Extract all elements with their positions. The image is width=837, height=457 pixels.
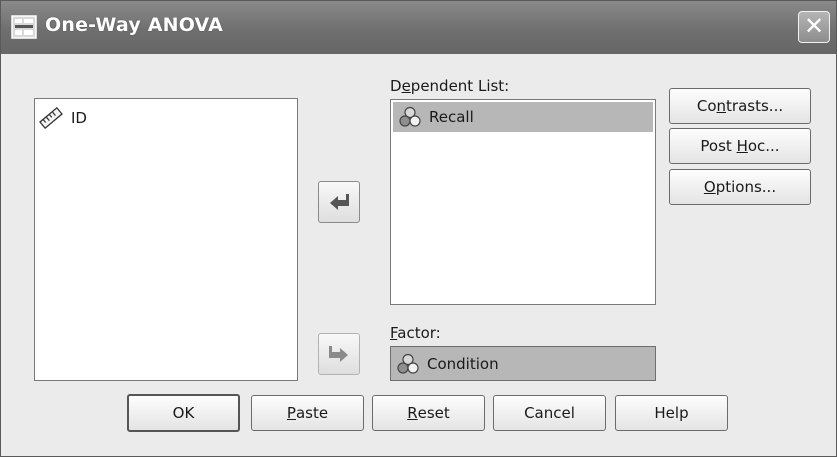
post-hoc-label-pre: Post (700, 137, 737, 155)
move-right-arrow-icon (329, 346, 348, 362)
ok-label: OK (172, 404, 195, 422)
nominal-variable-icon (397, 353, 419, 374)
reset-label-post: eset (417, 404, 450, 422)
dependent-label-rest: pendent List: (410, 77, 510, 95)
post-hoc-button[interactable]: Post Hoc... (669, 128, 811, 164)
factor-field[interactable]: Condition (390, 346, 656, 381)
variable-label: ID (71, 109, 87, 127)
options-button[interactable]: Options... (669, 169, 811, 205)
spss-dialog-icon (11, 15, 37, 39)
dependent-variable-label: Recall (429, 108, 474, 126)
reset-button[interactable]: Reset (372, 395, 485, 431)
paste-button[interactable]: Paste (251, 395, 364, 431)
help-label: Help (654, 404, 689, 422)
dependent-list[interactable]: Recall (390, 99, 656, 305)
list-item[interactable]: ID (37, 105, 87, 131)
ok-button[interactable]: OK (127, 394, 240, 432)
move-to-dependent-button[interactable] (318, 181, 360, 223)
close-button[interactable]: ✕ (798, 11, 830, 43)
dependent-label-mnemonic: e (401, 77, 411, 95)
help-button[interactable]: Help (615, 395, 728, 431)
reset-label-mnemonic: R (407, 404, 418, 422)
close-icon: ✕ (803, 12, 825, 40)
list-item[interactable]: Recall (393, 102, 653, 132)
move-to-factor-button[interactable] (318, 333, 360, 375)
ruler-scale-icon (39, 107, 63, 129)
options-label-mnemonic: O (703, 178, 716, 196)
contrasts-button[interactable]: Contrasts... (669, 88, 811, 124)
factor-label: Factor: (390, 324, 441, 342)
contrasts-label-post: trasts... (726, 97, 784, 115)
variable-list[interactable]: ID (34, 98, 298, 381)
options-label-post: ptions... (715, 178, 777, 196)
contrasts-label-mnemonic: n (716, 97, 727, 115)
cancel-button[interactable]: Cancel (493, 395, 606, 431)
cancel-label: Cancel (524, 404, 575, 422)
factor-label-rest: actor: (397, 324, 441, 342)
contrasts-label-pre: Co (696, 97, 717, 115)
dependent-list-label: Dependent List: (390, 77, 509, 95)
title-bar[interactable]: One-Way ANOVA ✕ (1, 1, 836, 54)
move-left-arrow-icon (330, 194, 349, 210)
window-title: One-Way ANOVA (45, 14, 224, 36)
post-hoc-label-post: oc... (747, 137, 780, 155)
paste-label-post: aste (295, 404, 329, 422)
post-hoc-label-mnemonic: H (736, 137, 748, 155)
factor-variable-label: Condition (427, 355, 499, 373)
factor-item: Condition (391, 349, 499, 379)
nominal-variable-icon (399, 106, 421, 127)
paste-label-mnemonic: P (286, 404, 296, 422)
dependent-label-prefix: D (390, 77, 402, 95)
one-way-anova-dialog: One-Way ANOVA ✕ ID Dependent List: Recal… (0, 0, 837, 457)
